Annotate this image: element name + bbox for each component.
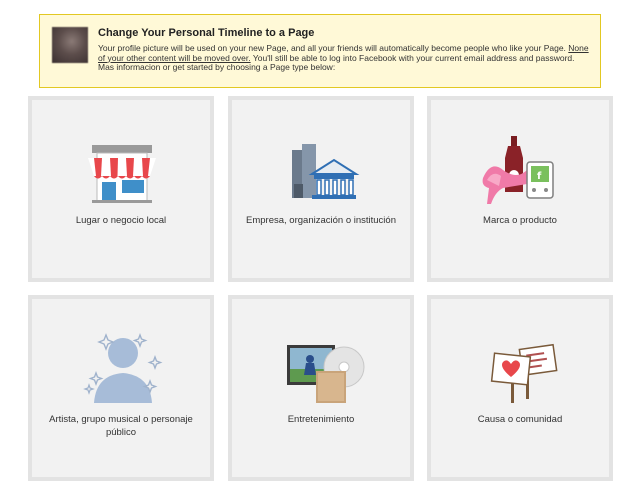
notice-line2: You'll still be able to log into Faceboo… (252, 52, 575, 63)
brand-products-icon: f (482, 136, 554, 204)
category-label: Empresa, organización o institución (246, 215, 396, 226)
category-entertainment[interactable]: Entretenimiento (228, 295, 414, 481)
notice-line1: Your profile picture will be used on you… (98, 43, 566, 53)
category-artist[interactable]: Artista, grupo musical o personaje públi… (28, 295, 214, 481)
notice-title: Change Your Personal Timeline to a Page (98, 27, 315, 39)
notice-line3: Mas informacion or get started by choosi… (98, 62, 336, 72)
category-label: Causa o comunidad (477, 414, 563, 425)
category-cause-community[interactable]: Causa o comunidad (427, 295, 613, 481)
person-silhouette-icon (83, 333, 163, 403)
media-icon (287, 345, 365, 403)
notice-body: Your profile picture will be used on you… (98, 43, 593, 73)
storefront-icon (88, 145, 156, 203)
category-label: Lugar o negocio local (75, 215, 167, 226)
svg-text:f: f (537, 171, 542, 182)
category-label: Marca o producto (483, 215, 557, 226)
category-label: Artista, grupo musical o personaje públi… (49, 414, 193, 438)
category-brand-product[interactable]: f Marca o producto (427, 96, 613, 282)
category-label: Entretenimiento (287, 414, 355, 425)
category-company[interactable]: Empresa, organización o institución (228, 96, 414, 282)
protest-signs-icon (490, 343, 558, 403)
building-icon (292, 144, 360, 199)
conversion-notice: Change Your Personal Timeline to a Page … (39, 14, 601, 88)
profile-picture (52, 27, 88, 63)
category-local-business[interactable]: Lugar o negocio local (28, 96, 214, 282)
